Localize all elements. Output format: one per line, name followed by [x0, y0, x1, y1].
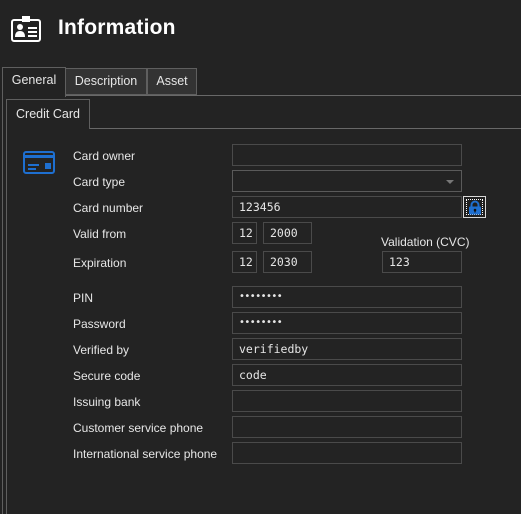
page-title: Information: [58, 16, 176, 39]
secure-code-label: Secure code: [73, 369, 141, 383]
valid-from-year-input[interactable]: 2000: [263, 222, 312, 244]
card-number-input[interactable]: 123456: [232, 196, 462, 218]
customer-service-phone-input[interactable]: [232, 416, 462, 438]
subtabs-divider: [89, 128, 521, 129]
password-label: Password: [73, 317, 126, 331]
chevron-down-icon[interactable]: [446, 180, 454, 184]
cvc-input[interactable]: 123: [382, 251, 462, 273]
pin-input[interactable]: ••••••••: [232, 286, 462, 308]
expiration-month-input[interactable]: 12: [232, 251, 257, 273]
international-service-phone-input[interactable]: [232, 442, 462, 464]
password-input[interactable]: ••••••••: [232, 312, 462, 334]
expiration-label: Expiration: [73, 256, 127, 270]
card-owner-input[interactable]: [232, 144, 462, 166]
customer-service-phone-label: Customer service phone: [73, 421, 204, 435]
valid-from-month-input[interactable]: 12: [232, 222, 257, 244]
issuing-bank-label: Issuing bank: [73, 395, 141, 409]
tabs-divider: [65, 95, 521, 96]
verified-by-label: Verified by: [73, 343, 130, 357]
tab-panel-border: [2, 96, 3, 514]
cvc-label: Validation (CVC): [381, 235, 470, 249]
credit-card-icon: [23, 151, 55, 174]
pin-label: PIN: [73, 291, 94, 305]
tab-asset[interactable]: Asset: [147, 68, 197, 95]
tab-credit-card[interactable]: Credit Card: [6, 99, 90, 129]
issuing-bank-input[interactable]: [232, 390, 462, 412]
lock-icon: [469, 200, 481, 215]
verified-by-input[interactable]: verifiedby: [232, 338, 462, 360]
secure-code-input[interactable]: code: [232, 364, 462, 386]
id-card-icon: [11, 16, 41, 42]
valid-from-label: Valid from: [73, 227, 127, 241]
international-service-phone-label: International service phone: [73, 447, 218, 461]
tab-general[interactable]: General: [2, 67, 66, 97]
card-type-select[interactable]: [232, 170, 462, 192]
tab-description[interactable]: Description: [65, 68, 147, 95]
card-number-label: Card number: [73, 201, 144, 215]
card-type-label: Card type: [73, 175, 126, 189]
lock-button[interactable]: [463, 196, 486, 218]
card-owner-label: Card owner: [73, 149, 136, 163]
expiration-year-input[interactable]: 2030: [263, 251, 312, 273]
subtab-panel-border: [6, 99, 7, 514]
